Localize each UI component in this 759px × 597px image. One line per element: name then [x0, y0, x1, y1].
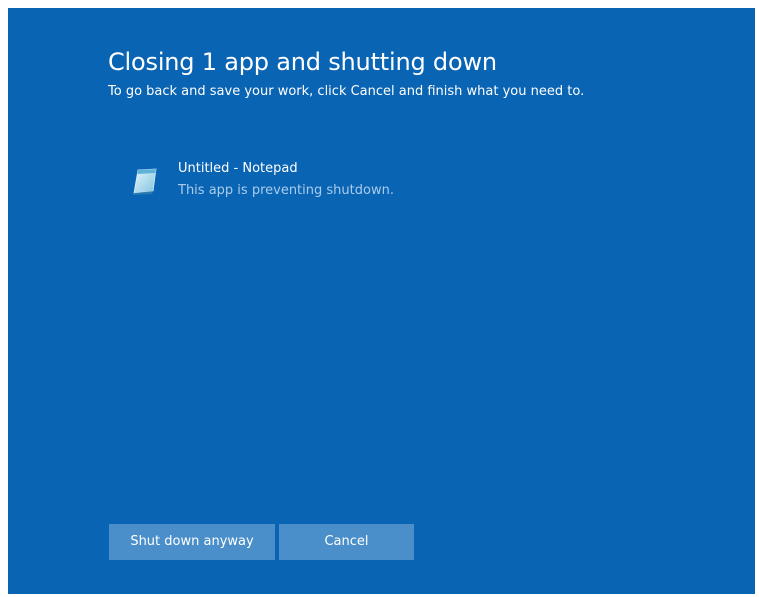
- app-name: Untitled - Notepad: [178, 161, 298, 176]
- notepad-icon: [130, 166, 160, 196]
- instructions-text: To go back and save your work, click Can…: [108, 84, 585, 99]
- list-item-blocking-app: Untitled - Notepad This app is preventin…: [126, 158, 466, 202]
- shut-down-anyway-button[interactable]: Shut down anyway: [109, 524, 275, 560]
- shutdown-screen: Closing 1 app and shutting down To go ba…: [8, 8, 755, 594]
- page-title: Closing 1 app and shutting down: [108, 48, 497, 76]
- cancel-button[interactable]: Cancel: [279, 524, 414, 560]
- app-status: This app is preventing shutdown.: [178, 183, 394, 198]
